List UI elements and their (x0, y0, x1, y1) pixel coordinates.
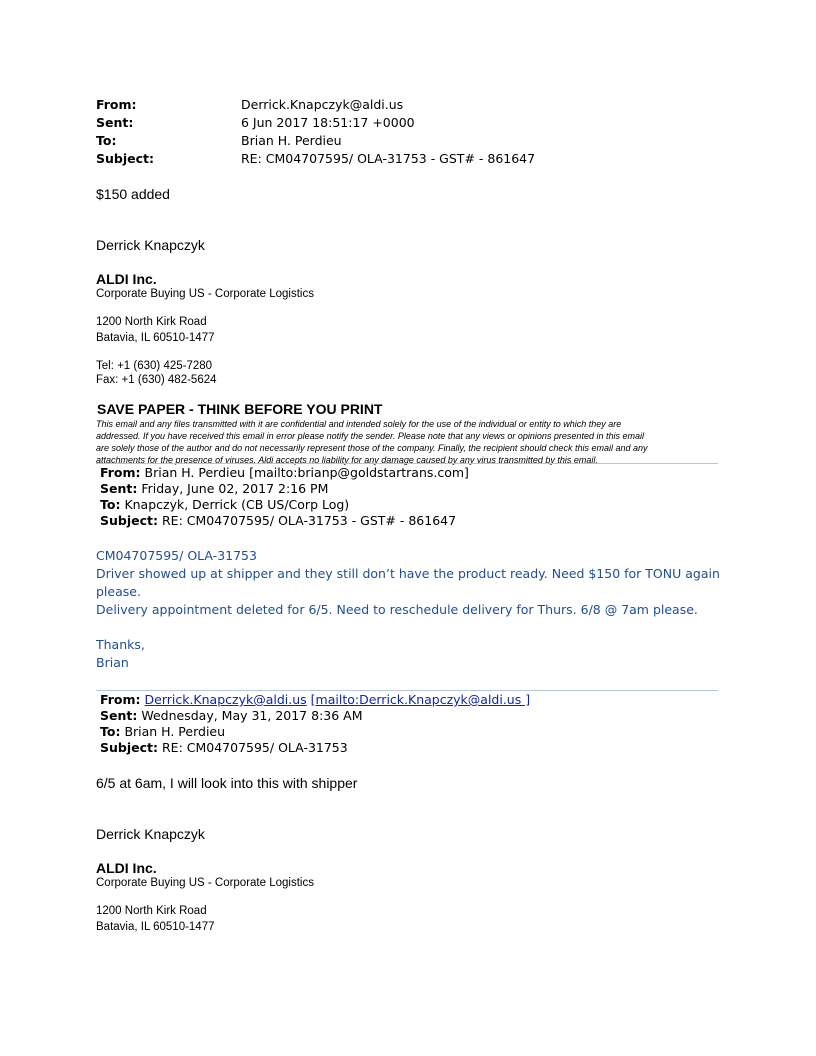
fwd2-to-label: To: (100, 724, 121, 739)
fwd2-body: 6/5 at 6am, I will look into this with s… (96, 775, 358, 791)
fwd2-sent: Sent: Wednesday, May 31, 2017 8:36 AM (100, 708, 363, 723)
fax-line: Fax: +1 (630) 482-5624 (96, 374, 217, 386)
fwd1-from: From: Brian H. Perdieu [mailto:brianp@go… (100, 465, 469, 480)
fwd2-to-value: Brian H. Perdieu (124, 724, 226, 739)
fwd1-body-line: Delivery appointment deleted for 6/5. Ne… (96, 602, 698, 617)
fwd1-signature: Brian (96, 655, 129, 670)
fwd2-address-line1: 1200 North Kirk Road (96, 905, 207, 917)
fwd1-subject: Subject: RE: CM04707595/ OLA-31753 - GST… (100, 513, 456, 528)
fwd1-from-label: From: (100, 465, 141, 480)
sent-label: Sent: (96, 115, 134, 130)
save-paper-notice: SAVE PAPER - THINK BEFORE YOU PRINT (97, 401, 383, 417)
subject-value: RE: CM04707595/ OLA-31753 - GST# - 86164… (241, 151, 536, 166)
fwd1-subject-label: Subject: (100, 513, 158, 528)
fwd2-sent-label: Sent: (100, 708, 138, 723)
from-label: From: (96, 97, 137, 112)
fwd1-from-value: Brian H. Perdieu [mailto:brianp@goldstar… (144, 465, 469, 480)
fwd2-to: To: Brian H. Perdieu (100, 724, 225, 739)
tel-line: Tel: +1 (630) 425-7280 (96, 360, 213, 372)
fwd2-mailto-link[interactable]: [mailto:Derrick.Knapczyk@aldi.us ] (311, 692, 530, 707)
fwd2-signature-name: Derrick Knapczyk (96, 826, 205, 842)
to-label: To: (96, 133, 117, 148)
fwd2-department: Corporate Buying US - Corporate Logistic… (96, 877, 314, 889)
department: Corporate Buying US - Corporate Logistic… (96, 288, 314, 300)
from-value: Derrick.Knapczyk@aldi.us (241, 97, 404, 112)
fwd2-subject-value: RE: CM04707595/ OLA-31753 (161, 740, 348, 755)
fwd1-body-line: please. (96, 584, 141, 599)
fwd1-closing: Thanks, (96, 637, 145, 652)
fwd2-sent-value: Wednesday, May 31, 2017 8:36 AM (141, 708, 363, 723)
fwd2-subject: Subject: RE: CM04707595/ OLA-31753 (100, 740, 348, 755)
fwd1-to-value: Knapczyk, Derrick (CB US/Corp Log) (124, 497, 350, 512)
fwd1-body-line: Driver showed up at shipper and they sti… (96, 566, 720, 581)
address-line2: Batavia, IL 60510-1477 (96, 332, 215, 344)
fwd1-sent: Sent: Friday, June 02, 2017 2:16 PM (100, 481, 328, 496)
sent-value: 6 Jun 2017 18:51:17 +0000 (241, 115, 415, 130)
fwd1-to-label: To: (100, 497, 121, 512)
fwd1-body-ref: CM04707595/ OLA-31753 (96, 548, 257, 563)
subject-label: Subject: (96, 151, 154, 166)
to-value: Brian H. Perdieu (241, 133, 342, 148)
fwd2-from-label: From: (100, 692, 141, 707)
fwd2-company-name: ALDI Inc. (96, 860, 157, 876)
message-body: $150 added (96, 186, 170, 202)
fwd2-from-email-link[interactable]: Derrick.Knapczyk@aldi.us (145, 692, 307, 707)
disclaimer-line: This email and any files transmitted wit… (96, 419, 622, 429)
fwd1-subject-value: RE: CM04707595/ OLA-31753 - GST# - 86164… (161, 513, 457, 528)
address-line1: 1200 North Kirk Road (96, 316, 207, 328)
fwd2-subject-label: Subject: (100, 740, 158, 755)
disclaimer: This email and any files transmitted wit… (96, 418, 647, 466)
fwd2-address-line2: Batavia, IL 60510-1477 (96, 921, 215, 933)
signature-name: Derrick Knapczyk (96, 237, 205, 253)
fwd1-sent-label: Sent: (100, 481, 138, 496)
divider (96, 463, 718, 464)
disclaimer-line: are solely those of the author and do no… (96, 443, 648, 453)
divider (96, 690, 718, 691)
company-name: ALDI Inc. (96, 271, 157, 287)
fwd1-to: To: Knapczyk, Derrick (CB US/Corp Log) (100, 497, 349, 512)
disclaimer-line: addressed. If you have received this ema… (96, 431, 644, 441)
fwd2-from: From: Derrick.Knapczyk@aldi.us [mailto:D… (100, 692, 530, 707)
fwd1-sent-value: Friday, June 02, 2017 2:16 PM (141, 481, 329, 496)
